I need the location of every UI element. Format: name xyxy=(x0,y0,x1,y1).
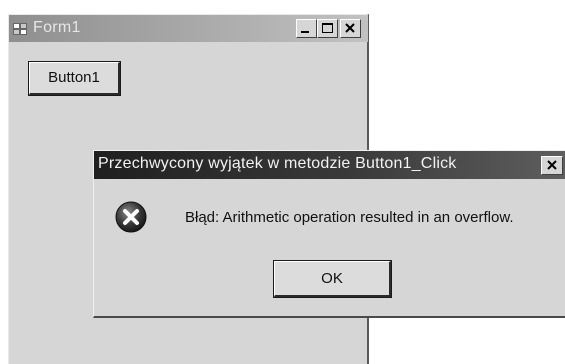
close-button[interactable] xyxy=(340,19,361,38)
dialog-title: Przechwycony wyjątek w metodzie Button1_… xyxy=(98,155,457,172)
maximize-icon xyxy=(322,23,333,33)
minimize-icon xyxy=(301,31,309,33)
exception-dialog: Przechwycony wyjątek w metodzie Button1_… xyxy=(93,150,565,318)
form1-titlebar[interactable]: Form1 xyxy=(9,15,368,42)
close-icon xyxy=(345,23,355,33)
ok-button[interactable]: OK xyxy=(273,260,392,298)
error-icon xyxy=(114,200,148,234)
dialog-titlebar[interactable]: Przechwycony wyjątek w metodzie Button1_… xyxy=(94,151,565,179)
form1-title: Form1 xyxy=(33,19,81,36)
close-icon xyxy=(547,160,557,170)
minimize-button[interactable] xyxy=(296,19,317,38)
app-icon[interactable] xyxy=(13,22,27,35)
maximize-button[interactable] xyxy=(317,19,338,38)
button1[interactable]: Button1 xyxy=(28,61,121,96)
dialog-close-button[interactable] xyxy=(541,156,563,175)
dialog-message: Błąd: Arithmetic operation resulted in a… xyxy=(185,209,514,226)
desktop: Form1 Button1 Przechwycony wyjątek w met… xyxy=(0,0,565,364)
